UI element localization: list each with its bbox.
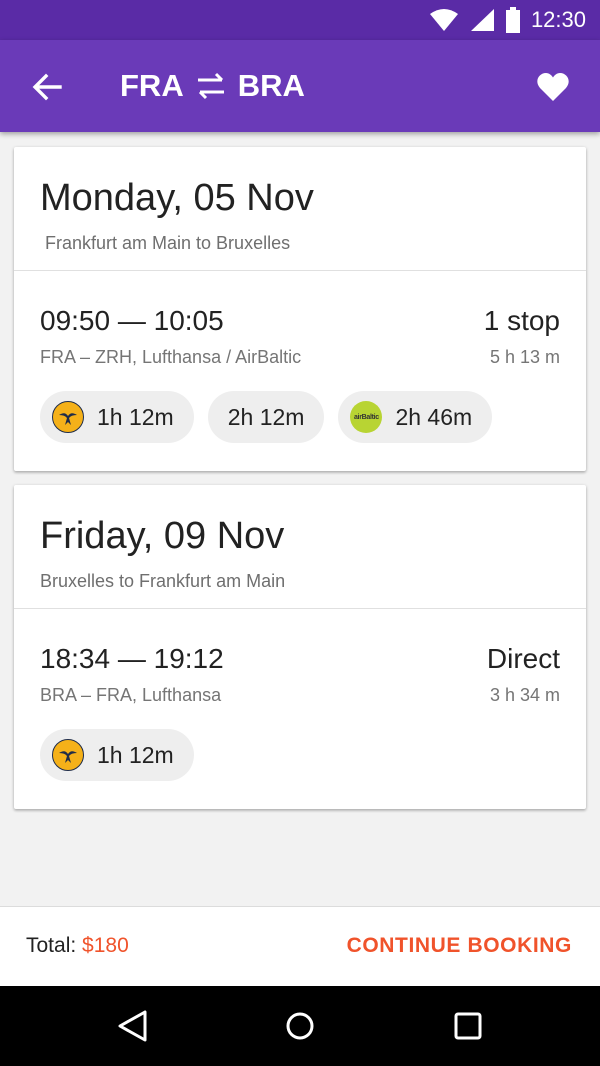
origin-code: FRA (120, 68, 184, 103)
total-duration: 3 h 34 m (489, 685, 560, 705)
trip-route-text: Frankfurt am Main to Bruxelles (45, 233, 291, 253)
flight-details: BRA – FRA, Lufthansa (40, 685, 222, 705)
battery-icon (505, 7, 520, 33)
leg-chip[interactable]: 2h 12m (207, 391, 325, 443)
legs-list: 1h 12m 2h 12m airBaltic 2h 46m (40, 391, 493, 443)
leg-duration: 1h 12m (97, 741, 174, 768)
lufthansa-logo (52, 739, 84, 771)
flight-times: 09:50 — 10:05 (40, 305, 224, 336)
flight-details: FRA – ZRH, Lufthansa / AirBaltic (40, 347, 302, 367)
booking-footer: Total: $180 CONTINUE BOOKING (0, 906, 600, 986)
leg-chip[interactable]: airBaltic 2h 46m (338, 391, 493, 443)
total-value: $180 (82, 934, 129, 957)
crane-icon (59, 413, 77, 425)
swap-icon[interactable] (194, 71, 228, 101)
route-title: FRA BRA (120, 68, 305, 104)
trip-card-outbound[interactable]: Monday, 05 Nov Frankfurt am Main to Brux… (14, 147, 586, 471)
status-time: 12:30 (530, 7, 586, 32)
trip-card-return[interactable]: Friday, 09 Nov Bruxelles to Frankfurt am… (14, 485, 586, 809)
leg-duration: 2h 46m (395, 403, 473, 430)
heart-icon[interactable] (536, 72, 570, 102)
trip-route-text: Bruxelles to Frankfurt am Main (40, 571, 286, 591)
leg-duration: 1h 12m (97, 403, 174, 430)
total-price: Total: $180 (26, 934, 129, 958)
lufthansa-logo (52, 401, 84, 433)
wifi-icon (429, 9, 458, 31)
leg-duration: 2h 12m (227, 403, 305, 430)
trip-header: Friday, 09 Nov Bruxelles to Frankfurt am… (14, 485, 586, 609)
home-circle-icon[interactable] (282, 1008, 318, 1044)
destination-code: BRA (237, 68, 305, 103)
stops-count: Direct (486, 643, 560, 674)
leg-chip[interactable]: 1h 12m (40, 391, 194, 443)
recents-square-icon[interactable] (450, 1008, 486, 1044)
continue-booking-button[interactable]: CONTINUE BOOKING (347, 934, 572, 958)
airbaltic-logo: airBaltic (350, 401, 383, 433)
airbaltic-logo-text: airBaltic (353, 413, 379, 421)
legs-list: 1h 12m (40, 729, 194, 781)
trip-date: Monday, 05 Nov (40, 177, 314, 219)
signal-icon (470, 9, 494, 31)
stops-count: 1 stop (483, 305, 560, 336)
leg-chip[interactable]: 1h 12m (40, 729, 194, 781)
trip-date: Friday, 09 Nov (40, 515, 285, 557)
status-bar: 12:30 (0, 0, 600, 40)
total-label: Total: (26, 934, 77, 957)
trip-header: Monday, 05 Nov Frankfurt am Main to Brux… (14, 147, 586, 271)
back-triangle-icon[interactable] (114, 1008, 150, 1044)
system-nav-bar (0, 986, 600, 1066)
crane-icon (59, 751, 77, 763)
flight-times: 18:34 — 19:12 (40, 643, 224, 674)
app-bar: FRA BRA (0, 40, 600, 132)
total-duration: 5 h 13 m (489, 347, 560, 367)
back-arrow-icon[interactable] (30, 70, 64, 104)
